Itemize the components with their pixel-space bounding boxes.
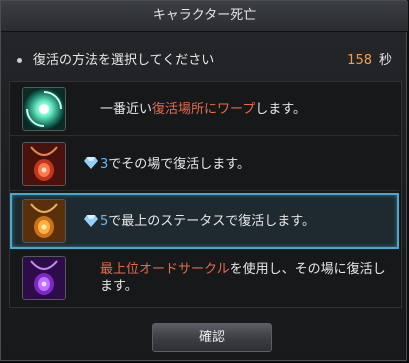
option-revive-circle-text: 最上位オードサークルを使用し、その場に復活し ます。 [100, 251, 386, 305]
dialog-title: キャラクター死亡 [1, 1, 408, 32]
amulet-orange-icon [22, 199, 66, 243]
option-warp-accent: 復活場所にワープ [152, 101, 256, 117]
option-revive-here-label: でその場で復活します。 [108, 156, 250, 172]
prompt-row: 復活の方法を選択してください 158 秒 [9, 45, 392, 77]
option-warp[interactable]: 一番近い 復活場所にワープ します。 [10, 82, 399, 136]
option-revive-circle[interactable]: 最上位オードサークルを使用し、その場に復活し ます。 [10, 251, 399, 306]
countdown-value: 158 [347, 53, 372, 68]
option-revive-here-cost: 3 [100, 156, 109, 172]
bullet-icon [17, 58, 22, 63]
diamond-icon [84, 157, 98, 169]
countdown-unit: 秒 [378, 53, 392, 68]
option-warp-pre: 一番近い [100, 101, 153, 117]
diamond-icon [84, 215, 98, 227]
amulet-red-icon [22, 142, 66, 186]
amulet-purple-icon [22, 256, 66, 300]
revive-dialog: キャラクター死亡 復活の方法を選択してください 158 秒 一番近い 復活場所に… [0, 0, 408, 361]
option-revive-here-text: 3 でその場で復活します。 [100, 137, 250, 191]
warp-portal-icon [22, 87, 66, 131]
option-revive-here[interactable]: 3 でその場で復活します。 [10, 137, 399, 191]
option-revive-best-text: 5 で最上のステータスで復活します。 [100, 195, 315, 247]
option-revive-best[interactable]: 5 で最上のステータスで復活します。 [10, 193, 399, 249]
option-revive-best-label: で最上のステータスで復活します。 [108, 213, 315, 229]
option-warp-post: します。 [255, 101, 306, 117]
option-revive-best-cost: 5 [100, 213, 109, 229]
option-warp-text: 一番近い 復活場所にワープ します。 [100, 82, 306, 136]
revive-option-list: 一番近い 復活場所にワープ します。 3 でその場で復活します。 5 で最上のス… [9, 81, 402, 308]
option-revive-circle-line1: を使用し、その場に復活し [229, 262, 386, 277]
confirm-button[interactable]: 確認 [152, 323, 272, 352]
prompt-text: 復活の方法を選択してください [33, 53, 215, 68]
option-revive-circle-accent: 最上位オードサークル [100, 262, 230, 277]
option-revive-circle-line2: ます。 [100, 279, 138, 294]
